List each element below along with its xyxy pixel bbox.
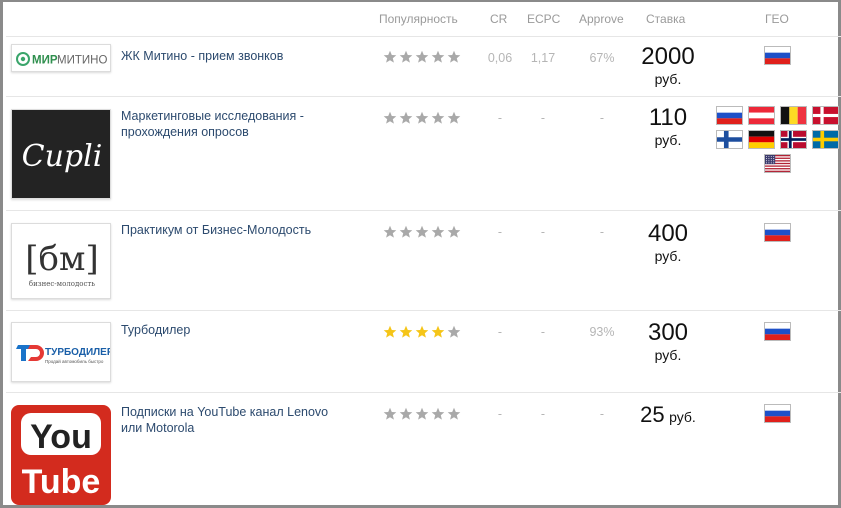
- fi-flag-icon: [716, 130, 743, 149]
- rate-value: 400 руб.: [626, 221, 710, 265]
- us-flag-icon: [764, 154, 791, 173]
- rate-unit: руб.: [654, 347, 682, 363]
- be-flag-icon: [780, 106, 807, 125]
- rating-stars: [383, 111, 463, 125]
- dk-flag-icon: [812, 106, 839, 125]
- ru-flag-icon: [764, 223, 791, 242]
- svg-text:Tube: Tube: [22, 463, 101, 501]
- de-flag-icon: [748, 130, 775, 149]
- offer-name-link[interactable]: Маркетинговые исследования - прохождения…: [121, 108, 341, 140]
- geo-flags: [716, 223, 841, 247]
- ecpc-value: -: [540, 225, 546, 239]
- rating-stars: [383, 225, 463, 239]
- geo-flags: [716, 404, 841, 428]
- offer-name-link[interactable]: Турбодилер: [121, 322, 341, 338]
- approve-value: -: [599, 407, 605, 421]
- rate-value: 25 руб.: [626, 402, 710, 428]
- header-approve[interactable]: Approve: [579, 12, 624, 26]
- table-row[interactable]: You Tube Подписки на YouTube канал Lenov…: [6, 392, 841, 506]
- no-flag-icon: [780, 130, 807, 149]
- ecpc-value: -: [540, 325, 546, 339]
- ecpc-value: 1,17: [530, 51, 556, 65]
- offer-name-link[interactable]: Подписки на YouTube канал Lenovo или Mot…: [121, 404, 341, 436]
- svg-text:МИР: МИР: [32, 55, 58, 67]
- se-flag-icon: [812, 130, 839, 149]
- rate-amount: 25: [640, 402, 665, 427]
- table-row[interactable]: МИР МИТИНО ЖК Митино - прием звонков 0,0…: [6, 36, 841, 96]
- table-header: Популярность CR ECPC Approve Ставка ГЕО: [3, 2, 841, 36]
- rate-amount: 300: [647, 319, 689, 346]
- rate-amount: 110: [648, 104, 688, 131]
- cupli-logo[interactable]: Cupli: [11, 109, 111, 199]
- ru-flag-icon: [764, 46, 791, 65]
- header-popularity[interactable]: Популярность: [379, 12, 458, 26]
- header-cr[interactable]: CR: [490, 12, 507, 26]
- geo-flags: [716, 46, 841, 70]
- svg-text:бизнес-молодость: бизнес-молодость: [29, 280, 95, 288]
- offers-table: Популярность CR ECPC Approve Ставка ГЕО …: [0, 0, 841, 508]
- header-rate[interactable]: Ставка: [646, 12, 685, 26]
- youtube-logo[interactable]: You Tube: [11, 405, 111, 505]
- rate-value: 300 руб.: [626, 320, 710, 364]
- rating-stars: [383, 325, 463, 339]
- rate-unit: руб.: [654, 71, 682, 87]
- table-row[interactable]: ТУРБОДИЛЕР Продай автомобиль быстро Турб…: [6, 310, 841, 392]
- mirmitino-logo[interactable]: МИР МИТИНО: [11, 44, 111, 72]
- svg-text:ТУРБОДИЛЕР: ТУРБОДИЛЕР: [45, 347, 111, 358]
- rating-stars: [383, 407, 463, 421]
- ru-flag-icon: [764, 404, 791, 423]
- table-row[interactable]: [бм] бизнес-молодость Практикум от Бизне…: [6, 210, 841, 310]
- geo-flags: [716, 322, 841, 346]
- ecpc-value: -: [540, 111, 546, 125]
- at-flag-icon: [748, 106, 775, 125]
- offer-name-link[interactable]: Практикум от Бизнес-Молодость: [121, 222, 341, 238]
- svg-text:Продай автомобиль быстро: Продай автомобиль быстро: [45, 358, 104, 364]
- svg-text:You: You: [30, 418, 92, 456]
- approve-value: 67%: [589, 51, 615, 65]
- ru-flag-icon: [716, 106, 743, 125]
- biznes-molodost-logo[interactable]: [бм] бизнес-молодость: [11, 223, 111, 299]
- turbodiler-logo[interactable]: ТУРБОДИЛЕР Продай автомобиль быстро: [11, 322, 111, 382]
- offer-name-link[interactable]: ЖК Митино - прием звонков: [121, 48, 341, 64]
- ru-flag-icon: [764, 322, 791, 341]
- header-geo[interactable]: ГЕО: [765, 12, 789, 26]
- geo-flags: [716, 106, 841, 176]
- rate-amount: 2000: [641, 43, 695, 70]
- header-ecpc[interactable]: ECPC: [527, 12, 560, 26]
- rate-unit: руб.: [654, 248, 682, 264]
- table-row[interactable]: Cupli Маркетинговые исследования - прохо…: [6, 96, 841, 210]
- svg-text:Cupli: Cupli: [22, 139, 103, 174]
- ecpc-value: -: [540, 407, 546, 421]
- rate-unit: руб.: [669, 409, 696, 425]
- rate-value: 2000 руб.: [626, 44, 710, 88]
- svg-text:МИТИНО: МИТИНО: [57, 55, 107, 67]
- rating-stars: [383, 50, 463, 64]
- rate-amount: 400: [647, 220, 689, 247]
- approve-value: -: [599, 111, 605, 125]
- approve-value: -: [599, 225, 605, 239]
- svg-text:[бм]: [бм]: [25, 239, 98, 279]
- rate-value: 110 руб.: [626, 105, 710, 149]
- rate-unit: руб.: [654, 132, 682, 148]
- approve-value: 93%: [589, 325, 615, 339]
